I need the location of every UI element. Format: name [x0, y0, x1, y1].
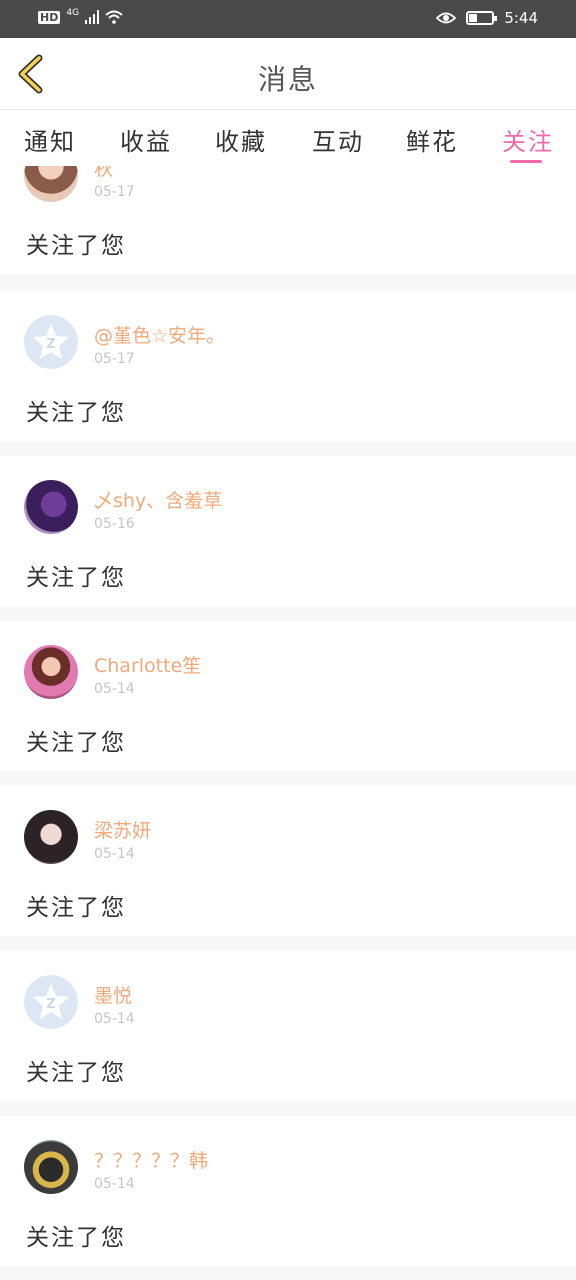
list-item[interactable]: Charlotte笙 05-14 关注了您 — [0, 621, 576, 771]
svg-text:Z: Z — [46, 337, 55, 352]
follow-text: 关注了您 — [26, 895, 126, 921]
list-item[interactable]: Z 墨悦 05-14 关注了您 — [0, 951, 576, 1101]
list-item[interactable]: ？？？？？韩 05-14 关注了您 — [0, 1116, 576, 1266]
list-item[interactable]: 乄shy、含羞草 05-16 关注了您 — [0, 456, 576, 606]
date: 05-14 — [94, 846, 135, 862]
default-avatar-icon[interactable]: Z — [24, 975, 78, 1029]
tab-earnings[interactable]: 收益 — [120, 122, 172, 157]
username[interactable]: Charlotte笙 — [94, 651, 201, 678]
tab-flowers[interactable]: 鲜花 — [406, 122, 458, 157]
list-item[interactable]: 梁苏妍 05-14 关注了您 — [0, 786, 576, 936]
follow-text: 关注了您 — [26, 233, 126, 259]
username[interactable]: 墨悦 — [94, 981, 132, 1008]
follow-text: 关注了您 — [26, 1225, 126, 1251]
avatar[interactable] — [24, 810, 78, 864]
signal-icon — [85, 10, 100, 24]
tab-bar: 通知 收益 收藏 互动 鲜花 关注 — [0, 110, 576, 166]
follow-text: 关注了您 — [26, 1060, 126, 1086]
username[interactable]: 乄shy、含羞草 — [94, 486, 222, 513]
app-header: 消息 — [0, 38, 576, 110]
page-title: 消息 — [257, 63, 318, 96]
date: 05-14 — [94, 1011, 135, 1027]
follow-text: 关注了您 — [26, 400, 126, 426]
tab-follows[interactable]: 关注 — [502, 122, 554, 157]
date: 05-14 — [94, 681, 135, 697]
follow-list: 秋 05-17 关注了您 Z @堇色☆安年。 05-17 关注了您 乄shy、含… — [0, 166, 576, 1280]
date: 05-17 — [94, 351, 135, 367]
svg-text:Z: Z — [46, 997, 55, 1012]
follow-text: 关注了您 — [26, 730, 126, 756]
hd-icon: HD — [38, 10, 61, 24]
clock: 5:44 — [504, 9, 538, 27]
battery-icon — [466, 11, 498, 25]
avatar[interactable] — [24, 645, 78, 699]
date: 05-16 — [94, 516, 135, 532]
date: 05-17 — [94, 184, 135, 200]
tab-interactions[interactable]: 互动 — [312, 122, 364, 157]
default-avatar-icon[interactable]: Z — [24, 315, 78, 369]
date: 05-14 — [94, 1176, 135, 1192]
list-item[interactable]: 秋 05-17 关注了您 — [0, 166, 576, 274]
avatar[interactable] — [24, 166, 78, 202]
eye-icon — [436, 12, 457, 24]
follow-text: 关注了您 — [26, 565, 126, 591]
username[interactable]: ？？？？？韩 — [94, 1146, 208, 1173]
avatar[interactable] — [24, 1140, 78, 1194]
status-bar: HD 4G 5:44 — [0, 0, 576, 38]
list-item[interactable]: Z @堇色☆安年。 05-17 关注了您 — [0, 291, 576, 441]
active-tab-indicator — [510, 160, 542, 163]
avatar[interactable] — [24, 480, 78, 534]
tab-favorites[interactable]: 收藏 — [215, 122, 267, 157]
username[interactable]: @堇色☆安年。 — [94, 321, 225, 348]
wifi-icon — [105, 10, 123, 24]
tab-notifications[interactable]: 通知 — [24, 122, 76, 157]
network-type: 4G — [66, 8, 80, 18]
username[interactable]: 梁苏妍 — [94, 816, 151, 843]
username[interactable]: 秋 — [94, 166, 113, 181]
